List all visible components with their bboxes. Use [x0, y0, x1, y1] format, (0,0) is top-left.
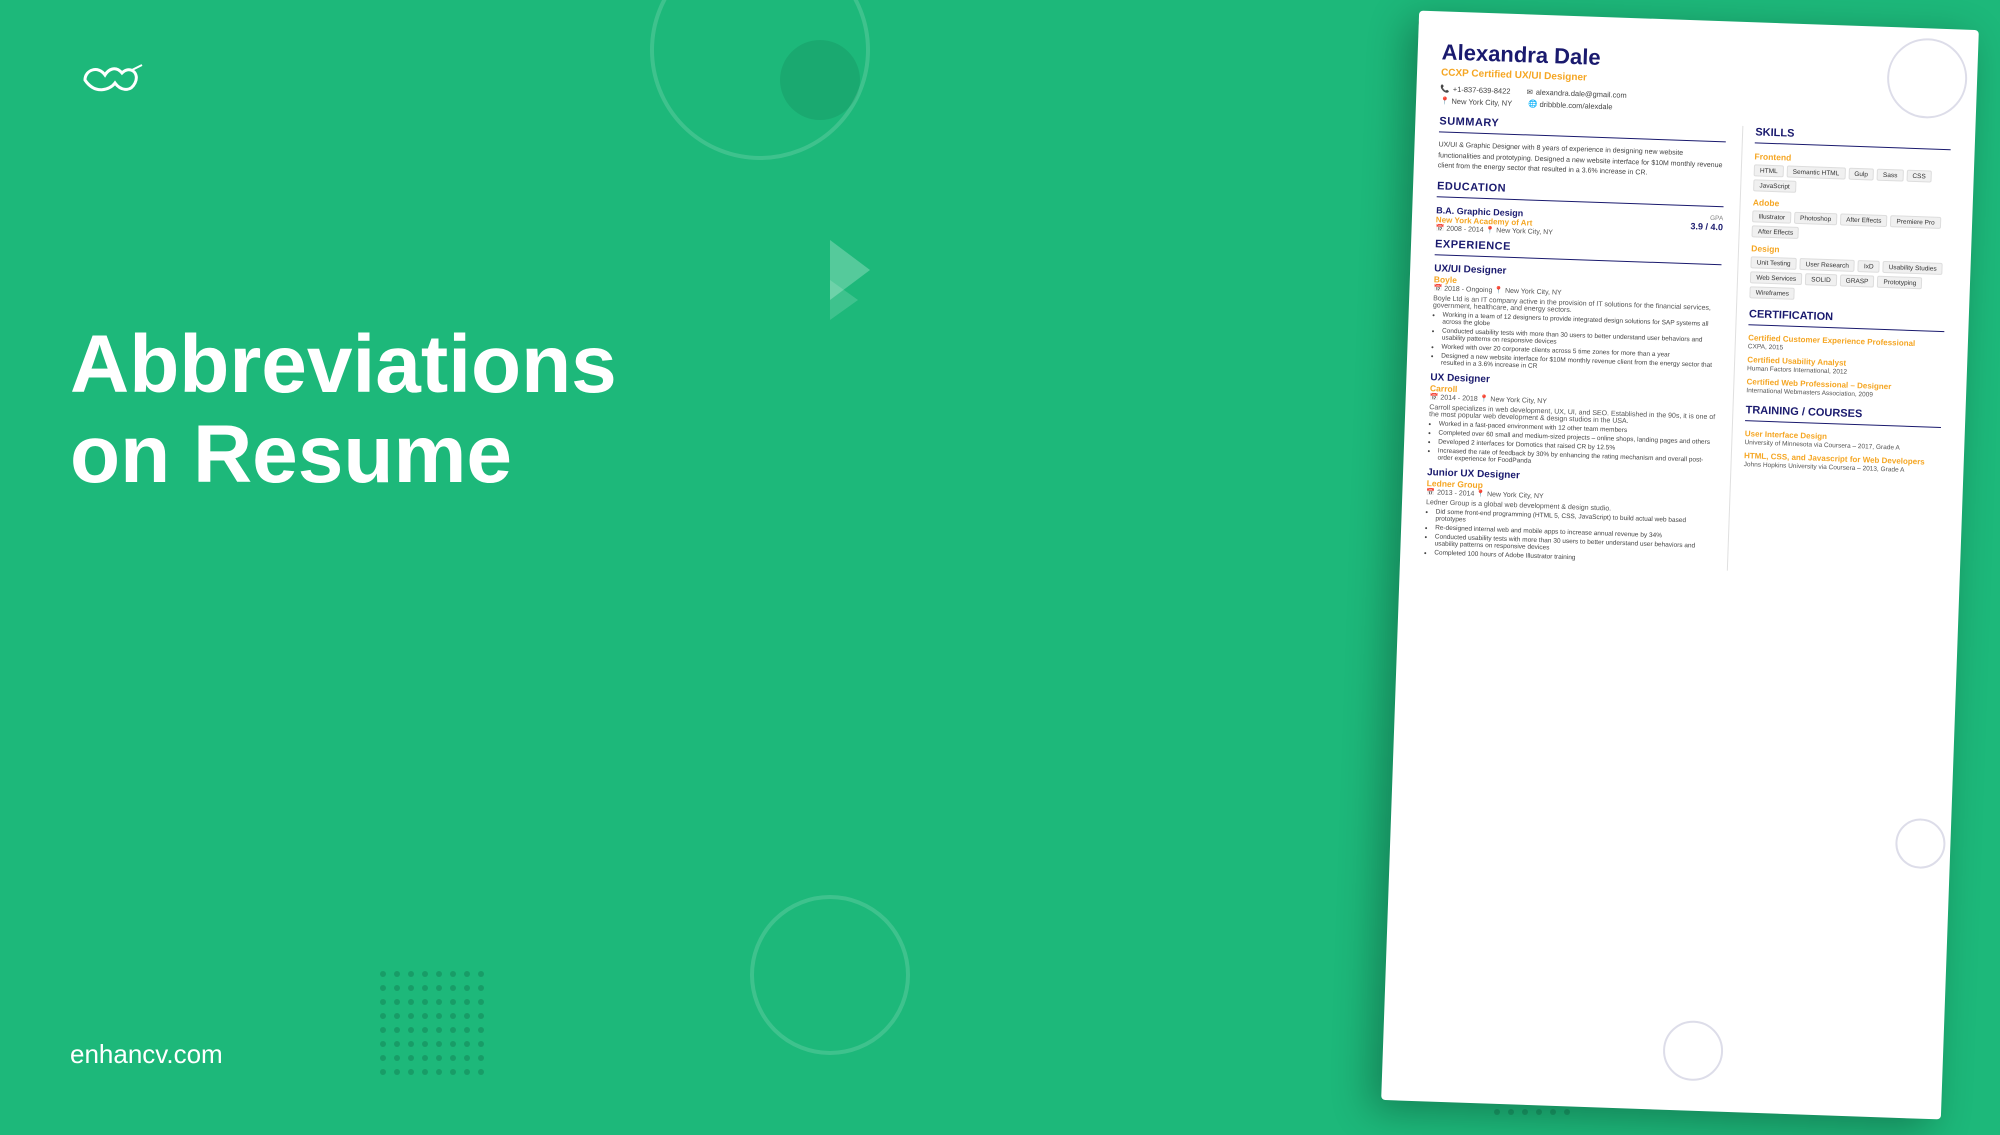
skill-prototyping: Prototyping — [1877, 276, 1922, 290]
gpa-block: GPA 3.9 / 4.0 — [1690, 214, 1723, 242]
resume-card: Alexandra Dale CCXP Certified UX/UI Desi… — [1381, 11, 1979, 1120]
location-icon: 📍 — [1440, 96, 1450, 105]
job-bullets-2: Worked in a fast-paced environment with … — [1427, 420, 1715, 471]
education-block: B.A. Graphic Design New York Academy of … — [1435, 205, 1723, 242]
cal-icon-3: 📅 — [1426, 489, 1435, 496]
skill-illustrator: Illustrator — [1752, 210, 1791, 223]
gpa-value: 3.9 / 4.0 — [1690, 221, 1723, 232]
skill-gulp: Gulp — [1848, 168, 1874, 181]
resume-left-column: SUMMARY UX/UI & Graphic Designer with 8 … — [1424, 115, 1727, 569]
skill-unit-testing: Unit Testing — [1751, 256, 1797, 270]
skills-tags-design: Unit Testing User Research IxD Usability… — [1750, 256, 1947, 305]
summary-text: UX/UI & Graphic Designer with 8 years of… — [1438, 140, 1726, 182]
resume-header: Alexandra Dale CCXP Certified UX/UI Desi… — [1440, 39, 1954, 123]
skill-sass: Sass — [1877, 169, 1904, 182]
resume-email: ✉ alexandra.dale@gmail.com — [1526, 87, 1627, 99]
location-icon-edu: 📍 — [1485, 227, 1494, 234]
skill-premiere: Premiere Pro — [1890, 215, 1941, 229]
skill-html: HTML — [1754, 164, 1784, 177]
calendar-icon: 📅 — [1435, 225, 1444, 232]
skill-after-effects-1: After Effects — [1840, 213, 1888, 227]
education-heading: EDUCATION — [1437, 180, 1724, 202]
bg-circle-medium-1 — [780, 40, 860, 120]
skill-photoshop: Photoshop — [1794, 212, 1837, 225]
resume-location: 📍 New York City, NY — [1440, 96, 1512, 108]
job-bullets-3: Did some front-end programming (HTML 5, … — [1424, 508, 1713, 566]
skill-grasp: GRASP — [1840, 274, 1875, 287]
summary-heading: SUMMARY — [1439, 115, 1726, 137]
dot-grid-bottom-left: const bld = document.currentScript.paren… — [380, 971, 484, 1075]
skill-solid: SOLID — [1805, 273, 1837, 286]
website-text: enhancv.com — [70, 1039, 223, 1069]
resume-deco-circle-2 — [1895, 818, 1947, 870]
cal-icon-2: 📅 — [1430, 394, 1439, 401]
training-heading: TRAINING / COURSES — [1745, 404, 1941, 423]
cal-icon-1: 📅 — [1433, 285, 1442, 292]
experience-heading: EXPERIENCE — [1435, 238, 1722, 260]
heading-line2: on Resume — [70, 409, 512, 500]
skills-tags-adobe: Illustrator Photoshop After Effects Prem… — [1752, 210, 1949, 244]
skill-web-services: Web Services — [1750, 271, 1802, 285]
main-title: Abbreviations on Resume — [70, 320, 617, 500]
skill-js: JavaScript — [1753, 179, 1796, 192]
resume-portfolio: 🌐 dribbble.com/alexdale — [1528, 99, 1613, 111]
email-icon: ✉ — [1526, 87, 1533, 96]
skill-semantic-html: Semantic HTML — [1786, 165, 1845, 179]
bg-circle-large-2 — [750, 895, 910, 1055]
education-left: B.A. Graphic Design New York Academy of … — [1435, 205, 1553, 236]
resume-deco-circle-3 — [1662, 1020, 1724, 1082]
resume-phone: 📞 +1-837-639-8422 — [1440, 84, 1510, 95]
skill-user-research: User Research — [1799, 258, 1855, 272]
skill-css: CSS — [1906, 170, 1932, 183]
job-bullets-1: Working in a team of 12 designers to pro… — [1431, 311, 1720, 376]
skill-ixd: IxD — [1858, 260, 1880, 273]
portfolio-icon: 🌐 — [1528, 99, 1538, 108]
resume-right-column: SKILLS Frontend HTML Semantic HTML Gulp … — [1727, 126, 1951, 578]
loc-icon-2: 📍 — [1480, 395, 1489, 402]
phone-icon: 📞 — [1440, 84, 1450, 93]
skill-after-effects-2: After Effects — [1752, 225, 1800, 239]
cert-heading: CERTIFICATION — [1749, 308, 1945, 327]
website-url: enhancv.com — [70, 1039, 223, 1070]
heading-line1: Abbreviations — [70, 319, 617, 410]
arrow-decoration-2 — [830, 280, 858, 320]
loc-icon-3: 📍 — [1476, 490, 1485, 497]
skill-usability: Usability Studies — [1882, 261, 1942, 275]
skills-tags-frontend: HTML Semantic HTML Gulp Sass CSS JavaScr… — [1753, 164, 1950, 198]
skills-heading: SKILLS — [1755, 126, 1951, 145]
skill-wireframes: Wireframes — [1750, 286, 1796, 300]
logo — [70, 55, 150, 110]
resume-body: SUMMARY UX/UI & Graphic Designer with 8 … — [1424, 115, 1951, 577]
loc-icon-1: 📍 — [1494, 287, 1503, 294]
